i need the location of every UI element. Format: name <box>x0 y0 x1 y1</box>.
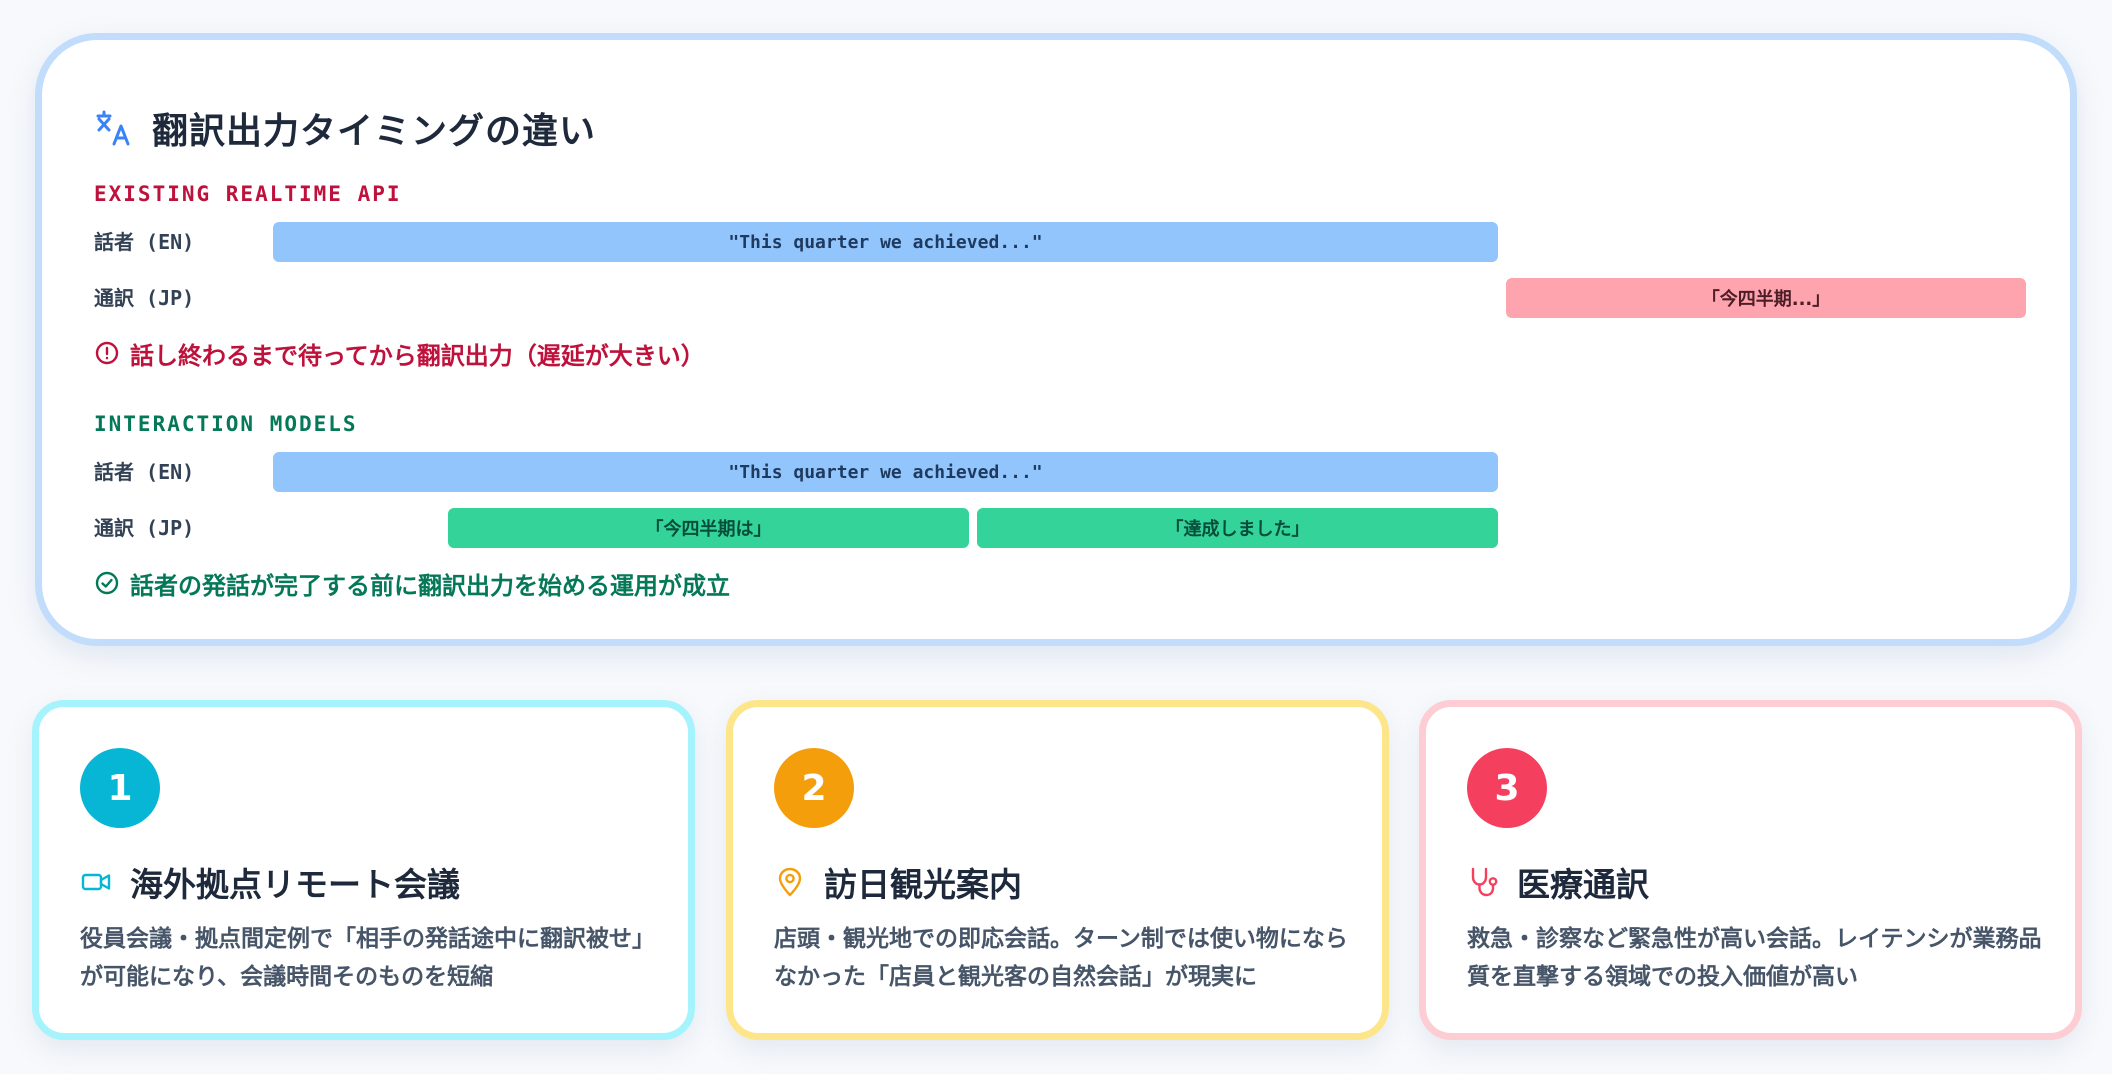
use-case-title: 訪日観光案内 <box>824 865 1022 904</box>
interaction-interp-label: 通訳 (JP) <box>94 516 195 540</box>
use-case-card-tourism: 2 訪日観光案内 店頭・観光地での即応会話。ターン制では使い物にならなかった「店… <box>726 700 1389 1040</box>
use-case-card-medical: 3 医療通訳 救急・診察など緊急性が高い会話。レイテンシが業務品質を直撃する領域… <box>1419 700 2082 1040</box>
interaction-section-label: INTERACTION MODELS <box>94 412 358 436</box>
alert-circle-icon <box>95 341 119 365</box>
stethoscope-icon <box>1471 867 1498 897</box>
map-pin-icon <box>778 867 802 897</box>
existing-speaker-bar: "This quarter we achieved..." <box>273 222 1498 262</box>
interaction-interp-bar-1: 「今四半期は」 <box>448 508 969 548</box>
interaction-speaker-label: 話者 (EN) <box>94 460 195 484</box>
existing-speaker-label: 話者 (EN) <box>94 230 195 254</box>
use-case-card-remote-meeting: 1 海外拠点リモート会議 役員会議・拠点間定例で「相手の発話途中に翻訳被せ」が可… <box>32 700 695 1040</box>
interaction-note-text: 話者の発話が完了する前に翻訳出力を始める運用が成立 <box>130 571 730 600</box>
number-badge: 3 <box>1467 748 1547 828</box>
existing-note: 話し終わるまで待ってから翻訳出力（遅延が大きい） <box>94 336 705 370</box>
use-case-description: 役員会議・拠点間定例で「相手の発話途中に翻訳被せ」が可能になり、会議時間そのもの… <box>80 926 655 990</box>
number-badge: 1 <box>80 748 160 828</box>
use-case-header: 医療通訳 <box>1467 857 1649 907</box>
number-badge: 2 <box>774 748 854 828</box>
use-case-title: 医療通訳 <box>1517 865 1649 904</box>
existing-section-label: EXISTING REALTIME API <box>94 182 402 206</box>
interaction-note: 話者の発話が完了する前に翻訳出力を始める運用が成立 <box>94 566 730 600</box>
existing-interp-label: 通訳 (JP) <box>94 286 195 310</box>
interaction-interp-bar-2: 「達成しました」 <box>977 508 1498 548</box>
interaction-speaker-bar: "This quarter we achieved..." <box>273 452 1498 492</box>
use-case-description: 店頭・観光地での即応会話。ターン制では使い物にならなかった「店員と観光客の自然会… <box>774 926 1348 990</box>
translate-icon <box>96 110 130 146</box>
video-camera-icon <box>81 873 111 891</box>
use-case-header: 海外拠点リモート会議 <box>80 857 460 907</box>
existing-interp-bar: 「今四半期...」 <box>1506 278 2026 318</box>
card-title: 翻訳出力タイミングの違い <box>94 98 596 158</box>
use-case-description: 救急・診察など緊急性が高い会話。レイテンシが業務品質を直撃する領域での投入価値が… <box>1467 926 2042 990</box>
existing-note-text: 話し終わるまで待ってから翻訳出力（遅延が大きい） <box>130 341 705 370</box>
use-case-header: 訪日観光案内 <box>774 857 1022 907</box>
timing-comparison-card: 翻訳出力タイミングの違い EXISTING REALTIME API 話者 (E… <box>35 33 2077 646</box>
use-case-title: 海外拠点リモート会議 <box>130 865 460 904</box>
check-circle-icon <box>95 571 119 595</box>
page-title: 翻訳出力タイミングの違い <box>152 111 597 152</box>
